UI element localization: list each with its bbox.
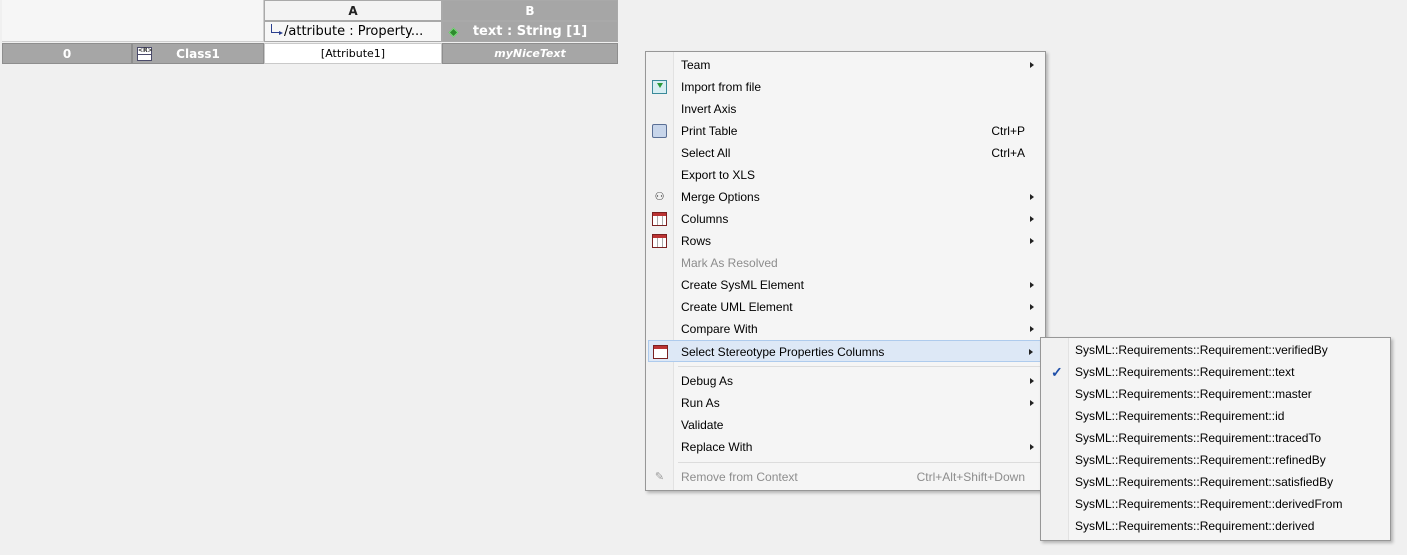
submenu-item-text[interactable]: ✓ SysML::Requirements::Requirement::text [1043, 361, 1388, 383]
menu-item-rows[interactable]: Rows [648, 230, 1043, 252]
menu-item-select-all[interactable]: Select All Ctrl+A [648, 142, 1043, 164]
row-number[interactable]: 0 [2, 43, 132, 64]
submenu-item-label: SysML::Requirements::Requirement::master [1075, 387, 1312, 401]
class-icon: <R> [137, 47, 153, 61]
attribute-icon [271, 24, 283, 35]
menu-item-create-sysml-element[interactable]: Create SysML Element [648, 274, 1043, 296]
submenu-item-label: SysML::Requirements::Requirement::text [1075, 365, 1295, 379]
menu-item-mark-as-resolved[interactable]: Mark As Resolved [648, 252, 1043, 274]
submenu-arrow-icon [1030, 326, 1034, 332]
shortcut-label: Ctrl+A [991, 146, 1025, 160]
menu-item-validate[interactable]: Validate [648, 414, 1043, 436]
submenu-item-label: SysML::Requirements::Requirement::derive… [1075, 519, 1315, 533]
print-icon [652, 124, 667, 138]
column-header-b-label: text : String [1] [472, 24, 588, 39]
submenu-item-refinedby[interactable]: SysML::Requirements::Requirement::refine… [1043, 449, 1388, 471]
cell-b0[interactable]: myNiceText [442, 43, 618, 64]
menu-separator [678, 462, 1041, 463]
submenu-item-verifiedby[interactable]: SysML::Requirements::Requirement::verifi… [1043, 339, 1388, 361]
table-corner-header [2, 0, 264, 42]
submenu-item-id[interactable]: SysML::Requirements::Requirement::id [1043, 405, 1388, 427]
menu-item-label: Select All [681, 146, 731, 160]
menu-item-compare-with[interactable]: Compare With [648, 318, 1043, 340]
submenu-item-derived[interactable]: SysML::Requirements::Requirement::derive… [1043, 515, 1388, 537]
submenu-arrow-icon [1030, 378, 1034, 384]
submenu-arrow-icon [1030, 304, 1034, 310]
menu-item-replace-with[interactable]: Replace With [648, 436, 1043, 458]
checkmark-icon: ✓ [1051, 364, 1063, 380]
column-header-a[interactable]: /attribute : Property... [264, 21, 442, 42]
menu-item-label: Print Table [681, 124, 738, 138]
property-icon [448, 27, 459, 38]
submenu-item-label: SysML::Requirements::Requirement::derive… [1075, 497, 1343, 511]
context-menu: Team Import from file Invert Axis Print … [645, 51, 1046, 491]
menu-item-label: Mark As Resolved [681, 256, 778, 270]
cell-a0[interactable]: [Attribute1] [264, 43, 442, 64]
menu-item-label: Invert Axis [681, 102, 737, 116]
menu-item-create-uml-element[interactable]: Create UML Element [648, 296, 1043, 318]
menu-item-label: Debug As [681, 374, 734, 388]
column-letter-b[interactable]: B [442, 0, 618, 21]
menu-item-label: Rows [681, 234, 712, 248]
menu-item-label: Import from file [681, 80, 762, 94]
menu-item-label: Merge Options [681, 190, 760, 204]
menu-item-label: Export to XLS [681, 168, 756, 182]
column-header-b[interactable]: text : String [1] [442, 21, 618, 42]
menu-item-label: Columns [681, 212, 729, 226]
submenu-arrow-icon [1030, 282, 1034, 288]
menu-item-label: Create UML Element [681, 300, 793, 314]
rows-table-icon [652, 234, 667, 248]
menu-item-select-stereotype-properties-columns[interactable]: Select Stereotype Properties Columns [648, 340, 1043, 362]
submenu-arrow-icon [1030, 62, 1034, 68]
submenu-arrow-icon [1029, 349, 1033, 355]
menu-item-export-to-xls[interactable]: Export to XLS [648, 164, 1043, 186]
menu-separator [678, 366, 1041, 367]
menu-item-invert-axis[interactable]: Invert Axis [648, 98, 1043, 120]
menu-item-label: Create SysML Element [681, 278, 804, 292]
menu-item-run-as[interactable]: Run As [648, 392, 1043, 414]
menu-item-import-from-file[interactable]: Import from file [648, 76, 1043, 98]
menu-item-label: Run As [681, 396, 720, 410]
cell-b0-value: myNiceText [494, 47, 566, 60]
submenu-item-label: SysML::Requirements::Requirement::satisf… [1075, 475, 1334, 489]
submenu-item-label: SysML::Requirements::Requirement::verifi… [1075, 343, 1328, 357]
menu-item-columns[interactable]: Columns [648, 208, 1043, 230]
submenu-arrow-icon [1030, 238, 1034, 244]
menu-item-label: Replace With [681, 440, 753, 454]
menu-item-team[interactable]: Team [648, 54, 1043, 76]
submenu-item-label: SysML::Requirements::Requirement::refine… [1075, 453, 1326, 467]
menu-item-label: Select Stereotype Properties Columns [681, 345, 885, 359]
submenu-arrow-icon [1030, 400, 1034, 406]
submenu-arrow-icon [1030, 194, 1034, 200]
shortcut-label: Ctrl+Alt+Shift+Down [916, 470, 1025, 484]
column-letter-a[interactable]: A [264, 0, 442, 21]
submenu-arrow-icon [1030, 444, 1034, 450]
merge-icon: ⚇ [654, 191, 665, 203]
menu-item-label: Validate [681, 418, 724, 432]
menu-item-print-table[interactable]: Print Table Ctrl+P [648, 120, 1043, 142]
remove-icon: ✎ [654, 471, 665, 483]
submenu-item-master[interactable]: SysML::Requirements::Requirement::master [1043, 383, 1388, 405]
submenu-item-label: SysML::Requirements::Requirement::traced… [1075, 431, 1322, 445]
row-element-label: Class1 [176, 47, 220, 61]
import-icon [652, 80, 667, 94]
menu-item-label: Compare With [681, 322, 758, 336]
menu-item-debug-as[interactable]: Debug As [648, 370, 1043, 392]
menu-item-merge-options[interactable]: ⚇ Merge Options [648, 186, 1043, 208]
submenu-item-satisfiedby[interactable]: SysML::Requirements::Requirement::satisf… [1043, 471, 1388, 493]
column-header-a-label: /attribute : Property... [284, 24, 424, 39]
submenu-arrow-icon [1030, 216, 1034, 222]
menu-item-label: Team [681, 58, 711, 72]
menu-item-label: Remove from Context [681, 470, 798, 484]
shortcut-label: Ctrl+P [991, 124, 1025, 138]
columns-table-icon [652, 212, 667, 226]
submenu-item-label: SysML::Requirements::Requirement::id [1075, 409, 1285, 423]
menu-item-remove-from-context[interactable]: ✎ Remove from Context Ctrl+Alt+Shift+Dow… [648, 466, 1043, 488]
row-element-cell[interactable]: <R> Class1 [132, 43, 264, 64]
submenu-item-tracedto[interactable]: SysML::Requirements::Requirement::traced… [1043, 427, 1388, 449]
stereotype-properties-submenu: SysML::Requirements::Requirement::verifi… [1040, 337, 1391, 541]
submenu-item-derivedfrom[interactable]: SysML::Requirements::Requirement::derive… [1043, 493, 1388, 515]
stereotype-table-icon [653, 345, 668, 359]
